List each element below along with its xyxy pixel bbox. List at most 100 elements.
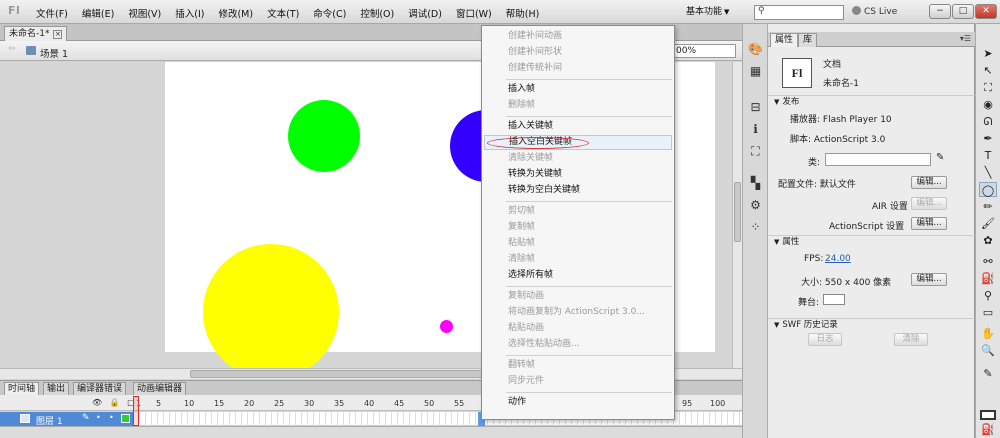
stroke-color-swatch[interactable] (980, 410, 996, 420)
context-menu-item[interactable]: 复制动画 (484, 289, 672, 304)
yellow-circle[interactable] (203, 244, 339, 368)
components-icon[interactable]: ▚ (748, 176, 763, 191)
context-menu-item[interactable]: 同步元件 (484, 374, 672, 389)
color-icon[interactable]: 🎨 (748, 42, 763, 57)
document-tab[interactable]: 未命名-1* × (4, 26, 68, 41)
context-menu-item[interactable]: 创建补间动画 (484, 29, 672, 44)
stage-vertical-scrollbar[interactable] (732, 62, 742, 368)
menu-file[interactable]: 文件(F) (36, 6, 68, 20)
context-menu-item[interactable]: 选择所有帧 (484, 268, 672, 283)
workspace-switcher[interactable]: 基本功能 ▼ (686, 4, 746, 20)
oval-tool-icon[interactable]: ◯ (979, 182, 997, 197)
line-tool-icon[interactable]: ╲ (979, 165, 997, 180)
fill-bucket-icon[interactable]: ⛽ (979, 422, 997, 437)
deco-tool-icon[interactable]: ✿ (979, 233, 997, 248)
zoom-tool-icon[interactable]: 🔍 (979, 343, 997, 358)
scrollbar-thumb[interactable] (734, 182, 741, 242)
context-menu-item[interactable]: 选择性粘贴动画... (484, 337, 672, 352)
context-menu-item[interactable]: 转换为关键帧 (484, 167, 672, 182)
eraser-tool-icon[interactable]: ▭ (979, 305, 997, 320)
zoom-select[interactable]: 00% (672, 44, 736, 58)
edit-actionscript-button[interactable]: 编辑... (911, 217, 947, 230)
eye-icon[interactable]: 👁 (92, 398, 102, 407)
hand-tool-icon[interactable]: ✋ (979, 326, 997, 341)
menu-edit[interactable]: 编辑(E) (82, 6, 114, 20)
context-menu-item[interactable]: 复制帧 (484, 220, 672, 235)
context-menu-item[interactable]: 剪切帧 (484, 204, 672, 219)
panel-menu-icon[interactable]: ▾☰ (960, 34, 971, 43)
info-icon[interactable]: ℹ (748, 122, 763, 137)
fps-value[interactable]: 24.00 (825, 254, 851, 264)
tab-timeline[interactable]: 时间轴 (4, 382, 40, 396)
bone-tool-icon[interactable]: ⚯ (979, 254, 997, 269)
edit-size-button[interactable]: 编辑... (911, 273, 947, 286)
context-menu-item[interactable]: 将动画复制为 ActionScript 3.0... (484, 305, 672, 320)
menu-control[interactable]: 控制(O) (360, 6, 394, 20)
tab-compiler-errors[interactable]: 编译器错误 (73, 382, 127, 396)
context-menu-item[interactable]: 粘贴帧 (484, 236, 672, 251)
section-swf-history[interactable]: ▼ SWF 历史记录 (768, 318, 975, 330)
tab-properties[interactable]: 属性 (770, 33, 799, 47)
menu-commands[interactable]: 命令(C) (313, 6, 346, 20)
lasso-tool-icon[interactable]: ᘏ (979, 114, 997, 129)
stroke-color-pencil-icon[interactable]: ✎ (979, 366, 997, 381)
scene-label[interactable]: 场景 1 (40, 46, 68, 60)
3d-rotation-tool-icon[interactable]: ◉ (979, 97, 997, 112)
menu-view[interactable]: 视图(V) (128, 6, 161, 20)
edit-profile-button[interactable]: 编辑... (911, 176, 947, 189)
minimize-button[interactable]: − (929, 4, 951, 19)
visibility-dot-icon[interactable]: • (96, 413, 101, 422)
green-circle[interactable] (288, 100, 360, 172)
code-snippets-icon[interactable]: ⁘ (748, 220, 763, 235)
context-menu-item[interactable]: 清除关键帧 (484, 151, 672, 166)
maximize-button[interactable]: □ (952, 4, 974, 19)
selection-tool-icon[interactable]: ➤ (979, 46, 997, 61)
pencil-tool-icon[interactable]: ✏ (979, 199, 997, 214)
menu-window[interactable]: 窗口(W) (456, 6, 492, 20)
context-menu-item[interactable]: 插入关键帧 (484, 119, 672, 134)
close-tab-icon[interactable]: × (53, 30, 63, 39)
motion-presets-icon[interactable]: ⚙ (748, 198, 763, 213)
context-menu-item[interactable]: 转换为空白关键帧 (484, 183, 672, 198)
subselection-tool-icon[interactable]: ↖ (979, 63, 997, 78)
close-window-button[interactable]: ✕ (975, 4, 997, 19)
pen-tool-icon[interactable]: ✒ (979, 131, 997, 146)
playhead[interactable] (133, 396, 139, 426)
tab-output[interactable]: 输出 (43, 382, 70, 396)
lock-dot-icon[interactable]: • (109, 413, 114, 422)
magenta-circle[interactable] (440, 320, 453, 333)
class-input[interactable] (825, 153, 931, 166)
clear-button[interactable]: 清除 (894, 333, 928, 346)
menu-modify[interactable]: 修改(M) (218, 6, 253, 20)
edit-air-button[interactable]: 编辑... (911, 197, 947, 210)
paint-bucket-tool-icon[interactable]: ⛽ (979, 271, 997, 286)
menu-debug[interactable]: 调试(D) (408, 6, 442, 20)
menu-help[interactable]: 帮助(H) (506, 6, 540, 20)
stage-color-swatch[interactable] (823, 294, 845, 305)
search-input[interactable]: ⚲ (754, 5, 844, 20)
context-menu-item[interactable]: 插入帧 (484, 82, 672, 97)
swatches-icon[interactable]: ▦ (748, 64, 763, 79)
lock-icon[interactable]: 🔒 (110, 398, 120, 407)
log-button[interactable]: 日志 (808, 333, 842, 346)
transform-icon[interactable]: ⛶ (748, 144, 763, 159)
context-menu-item[interactable]: 创建补间形状 (484, 45, 672, 60)
edit-class-icon[interactable]: ✎ (936, 152, 944, 163)
outline-color-icon[interactable] (121, 414, 130, 423)
menu-text[interactable]: 文本(T) (267, 6, 299, 20)
brush-tool-icon[interactable]: 🖌 (979, 216, 997, 231)
context-menu-item[interactable]: 翻转帧 (484, 358, 672, 373)
section-publish[interactable]: ▼ 发布 (768, 95, 975, 107)
back-arrow-icon[interactable]: ⇦ (8, 44, 16, 54)
context-menu-item[interactable]: 清除帧 (484, 252, 672, 267)
text-tool-icon[interactable]: T (979, 148, 997, 163)
eyedropper-tool-icon[interactable]: ⚲ (979, 288, 997, 303)
layer-info[interactable]: 图层 1 ✎ • • (0, 412, 133, 427)
context-menu-item[interactable]: 粘贴动画 (484, 321, 672, 336)
align-icon[interactable]: ⊟ (748, 100, 763, 115)
context-menu-item[interactable]: 创建传统补间 (484, 61, 672, 76)
free-transform-tool-icon[interactable]: ⛶ (979, 80, 997, 95)
context-menu-item[interactable]: 插入空白关键帧 (484, 135, 672, 150)
section-properties[interactable]: ▼ 属性 (768, 235, 975, 247)
context-menu-item[interactable]: 删除帧 (484, 98, 672, 113)
